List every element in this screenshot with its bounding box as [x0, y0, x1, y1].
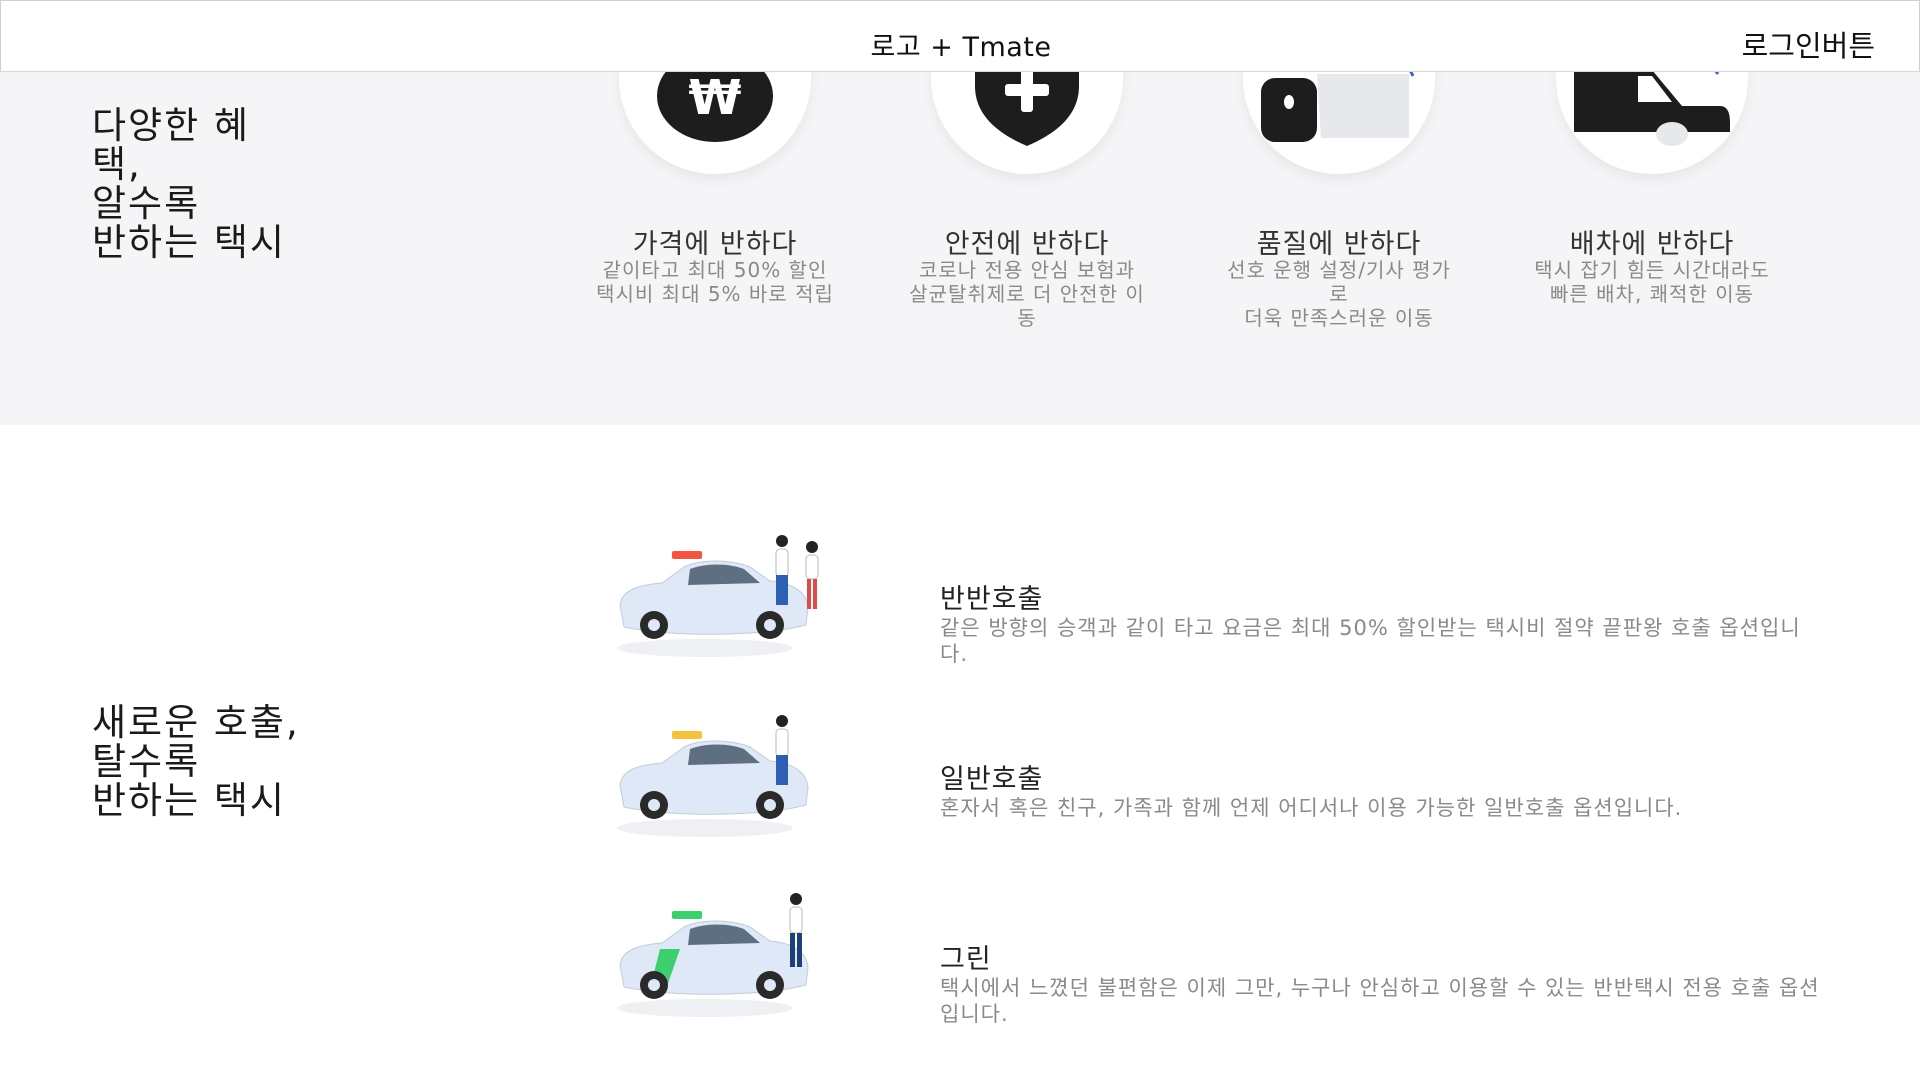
top-header: 로고 + Tmate 로그인버튼 [0, 0, 1920, 72]
call-option-banban[interactable]: 반반호출 같은 방향의 승객과 같이 타고 요금은 최대 50% 할인받는 택시… [610, 533, 1810, 673]
benefit-title: 가격에 반하다 [632, 229, 798, 260]
call-option-name: 일반호출 [940, 764, 1044, 795]
benefit-title: 배차에 반하다 [1569, 229, 1735, 260]
benefit-desc: 선호 운행 설정/기사 평가 로 더욱 만족스러운 이동 [1227, 258, 1451, 330]
green-taxi-illustration [617, 893, 809, 1017]
call-option-name: 반반호출 [940, 584, 1044, 615]
benefit-desc: 같이타고 최대 50% 할인 택시비 최대 5% 바로 적립 [596, 258, 834, 306]
calls-section-title: 새로운 호출, 탈수록 반하는 택시 [92, 701, 300, 822]
svg-text:₩: ₩ [689, 70, 742, 126]
call-types-section: 새로운 호출, 탈수록 반하는 택시 반반호출 같은 방향의 승객과 같이 타고… [0, 425, 1920, 1080]
call-option-green[interactable]: 그린 택시에서 느꼈던 불편함은 이제 그만, 누구나 안심하고 이용할 수 있… [610, 893, 1819, 1033]
taxi-two-passengers-illustration [617, 535, 819, 657]
call-option-desc: 혼자서 혹은 친구, 가족과 함께 언제 어디서나 이용 가능한 일반호출 옵션… [940, 796, 1683, 820]
benefit-desc: 택시 잡기 힘든 시간대라도 빠른 배차, 쾌적한 이동 [1534, 258, 1770, 306]
benefit-title: 안전에 반하다 [944, 229, 1110, 260]
benefit-title: 품질에 반하다 [1256, 229, 1422, 260]
call-option-general[interactable]: 일반호출 혼자서 혹은 친구, 가족과 함께 언제 어디서나 이용 가능한 일반… [610, 713, 1810, 853]
call-option-desc: 택시에서 느꼈던 불편함은 이제 그만, 누구나 안심하고 이용할 수 있는 반… [940, 976, 1820, 1026]
call-option-name: 그린 [940, 944, 992, 975]
benefits-section-title: 다양한 혜 택, 알수록 반하는 택시 [92, 104, 286, 264]
call-option-desc: 같은 방향의 승객과 같이 타고 요금은 최대 50% 할인받는 택시비 절약 … [940, 616, 1801, 666]
benefit-desc: 코로나 전용 안심 보험과 살균탈취제로 더 안전한 이 동 [909, 258, 1145, 330]
benefits-section: 다양한 혜 택, 알수록 반하는 택시 ₩ 가격에 반하다 같이타고 최대 50… [0, 12, 1920, 425]
logo[interactable]: 로고 + Tmate [1, 25, 1920, 64]
login-button[interactable]: 로그인버튼 [1742, 23, 1875, 65]
taxi-one-passenger-illustration [617, 715, 809, 837]
